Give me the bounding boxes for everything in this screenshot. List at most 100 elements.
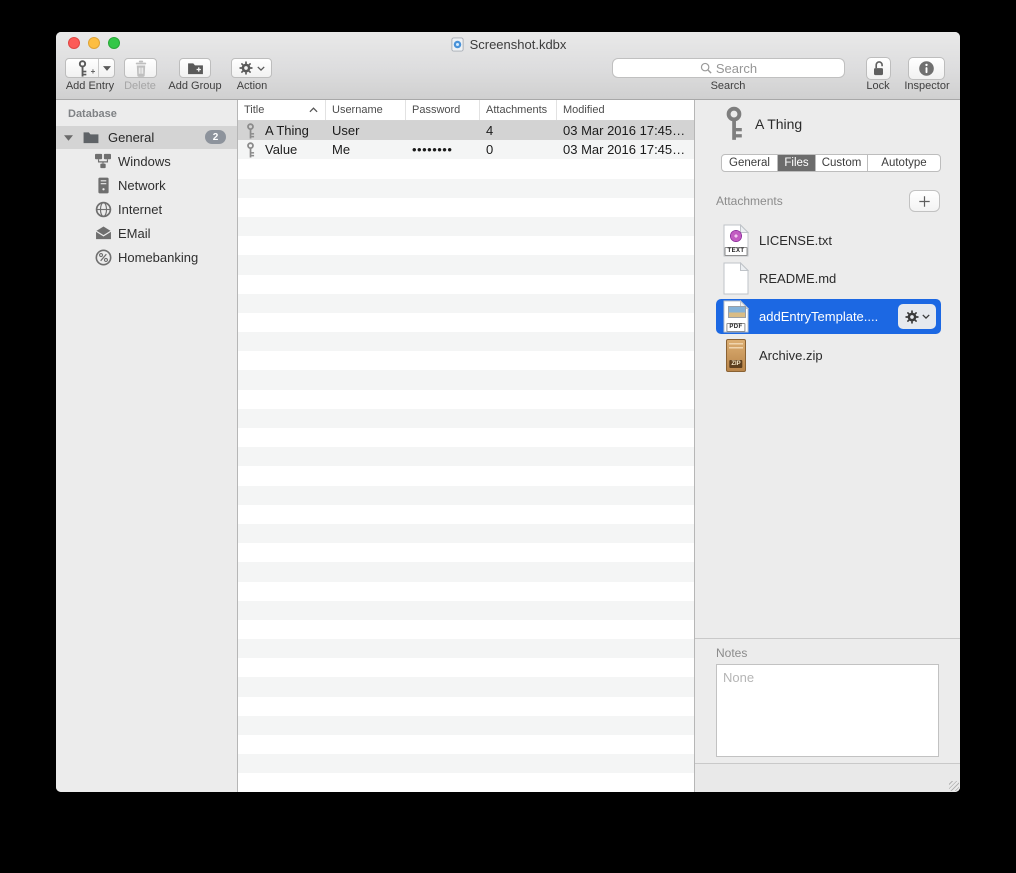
attachment-name: addEntryTemplate.... <box>759 309 878 324</box>
table-row-empty <box>238 639 694 658</box>
add-group-button[interactable] <box>179 58 211 78</box>
table-row[interactable]: A Thing User 4 03 Mar 2016 17:45… <box>238 121 694 140</box>
pdf-file-icon: PDF <box>723 300 749 333</box>
add-group-label: Add Group <box>168 80 221 92</box>
tab-general[interactable]: General <box>722 155 777 171</box>
sidebar-item-windows[interactable]: Windows <box>56 149 237 173</box>
table-row-empty <box>238 275 694 294</box>
entry-count-badge: 2 <box>205 130 226 144</box>
entry-table-body[interactable]: A Thing User 4 03 Mar 2016 17:45… Value … <box>238 121 694 792</box>
inspector-bottom-bar <box>695 763 960 792</box>
resize-grip[interactable] <box>949 781 959 791</box>
inspector-entry-title: A Thing <box>755 116 802 132</box>
table-row-empty <box>238 486 694 505</box>
column-header-title[interactable]: Title <box>238 100 326 120</box>
attachment-row-template[interactable]: PDF addEntryTemplate.... <box>716 299 941 334</box>
sidebar-item-internet[interactable]: Internet <box>56 197 237 221</box>
main-content: Database General 2 Windows Network Inter… <box>56 100 960 792</box>
entry-key-icon <box>722 106 746 141</box>
action-button[interactable] <box>231 58 272 78</box>
search-placeholder: Search <box>716 61 757 76</box>
table-row-empty <box>238 179 694 198</box>
trash-icon <box>134 60 148 77</box>
table-row-empty <box>238 332 694 351</box>
tab-custom[interactable]: Custom <box>815 155 867 171</box>
sidebar-item-homebanking[interactable]: Homebanking <box>56 245 237 269</box>
table-row-empty <box>238 447 694 466</box>
sidebar-group-general[interactable]: General 2 <box>56 126 237 149</box>
table-row-empty <box>238 697 694 716</box>
table-row-empty <box>238 198 694 217</box>
column-header-password[interactable]: Password <box>406 100 480 120</box>
lock-button[interactable] <box>866 57 891 80</box>
attachment-name: README.md <box>759 271 836 286</box>
add-attachment-button[interactable] <box>909 190 940 212</box>
envelope-icon <box>94 224 112 242</box>
sidebar-item-email[interactable]: EMail <box>56 221 237 245</box>
app-window: Screenshot.kdbx + Add Entry Delete Add G… <box>56 32 960 792</box>
table-row[interactable]: Value Me •••••••• 0 03 Mar 2016 17:45… <box>238 140 694 159</box>
table-row-empty <box>238 773 694 792</box>
attachment-action-button[interactable] <box>898 304 936 329</box>
table-row-empty <box>238 754 694 773</box>
search-icon <box>700 62 712 74</box>
add-entry-button[interactable]: + <box>65 58 115 78</box>
titlebar: Screenshot.kdbx <box>56 35 960 53</box>
disclosure-triangle-icon[interactable] <box>64 135 73 141</box>
window-chrome: Screenshot.kdbx + Add Entry Delete Add G… <box>56 32 960 100</box>
table-row-empty <box>238 294 694 313</box>
table-row-empty <box>238 217 694 236</box>
sidebar-item-label: EMail <box>118 226 151 241</box>
column-header-modified[interactable]: Modified <box>557 100 694 120</box>
chevron-down-icon <box>257 66 265 71</box>
attachment-row-archive[interactable]: ZIP Archive.zip <box>716 338 941 373</box>
table-row-empty <box>238 524 694 543</box>
gear-icon <box>905 310 919 324</box>
info-icon <box>918 60 935 77</box>
table-row-empty <box>238 390 694 409</box>
lock-label: Lock <box>866 80 889 92</box>
key-plus-icon <box>76 60 89 77</box>
inspector-tabs: General Files Custom Autotype <box>721 154 941 172</box>
notes-section-label: Notes <box>716 646 747 660</box>
column-header-attachments[interactable]: Attachments <box>480 100 557 120</box>
sort-ascending-icon <box>309 107 318 113</box>
table-row-empty <box>238 716 694 735</box>
sidebar: Database General 2 Windows Network Inter… <box>56 100 238 792</box>
sidebar-item-label: Internet <box>118 202 162 217</box>
table-row-empty <box>238 505 694 524</box>
tab-autotype[interactable]: Autotype <box>867 155 940 171</box>
tab-files[interactable]: Files <box>777 155 815 171</box>
key-icon <box>245 142 256 158</box>
table-row-empty <box>238 562 694 581</box>
document-proxy-icon[interactable] <box>450 37 465 52</box>
sidebar-item-label: Windows <box>118 154 171 169</box>
folder-plus-icon <box>187 62 204 75</box>
table-row-empty <box>238 543 694 562</box>
key-icon <box>245 123 256 139</box>
sidebar-item-network[interactable]: Network <box>56 173 237 197</box>
add-entry-main[interactable]: + <box>66 59 98 77</box>
add-entry-dropdown[interactable] <box>98 59 114 77</box>
plus-glyph: + <box>91 68 96 76</box>
inspector-label: Inspector <box>904 80 949 92</box>
attachment-row-readme[interactable]: README.md <box>716 261 941 296</box>
table-row-empty <box>238 466 694 485</box>
table-header: Title Username Password Attachments Modi… <box>238 100 694 121</box>
table-row-empty <box>238 428 694 447</box>
search-input[interactable]: Search <box>612 58 845 78</box>
lock-open-icon <box>871 60 886 78</box>
column-header-username[interactable]: Username <box>326 100 406 120</box>
document-file-icon <box>723 262 749 295</box>
inspector-panel: A Thing General Files Custom Autotype At… <box>695 100 960 792</box>
sidebar-item-label: Network <box>118 178 166 193</box>
inspector-button[interactable] <box>908 57 945 80</box>
network-computers-icon <box>94 152 112 170</box>
zip-file-icon: ZIP <box>723 339 749 372</box>
notes-textarea[interactable] <box>716 664 939 757</box>
attachment-row-license[interactable]: TEXT LICENSE.txt <box>716 223 941 258</box>
table-row-empty <box>238 658 694 677</box>
table-row-empty <box>238 601 694 620</box>
table-row-empty <box>238 159 694 178</box>
delete-button[interactable] <box>124 58 157 78</box>
